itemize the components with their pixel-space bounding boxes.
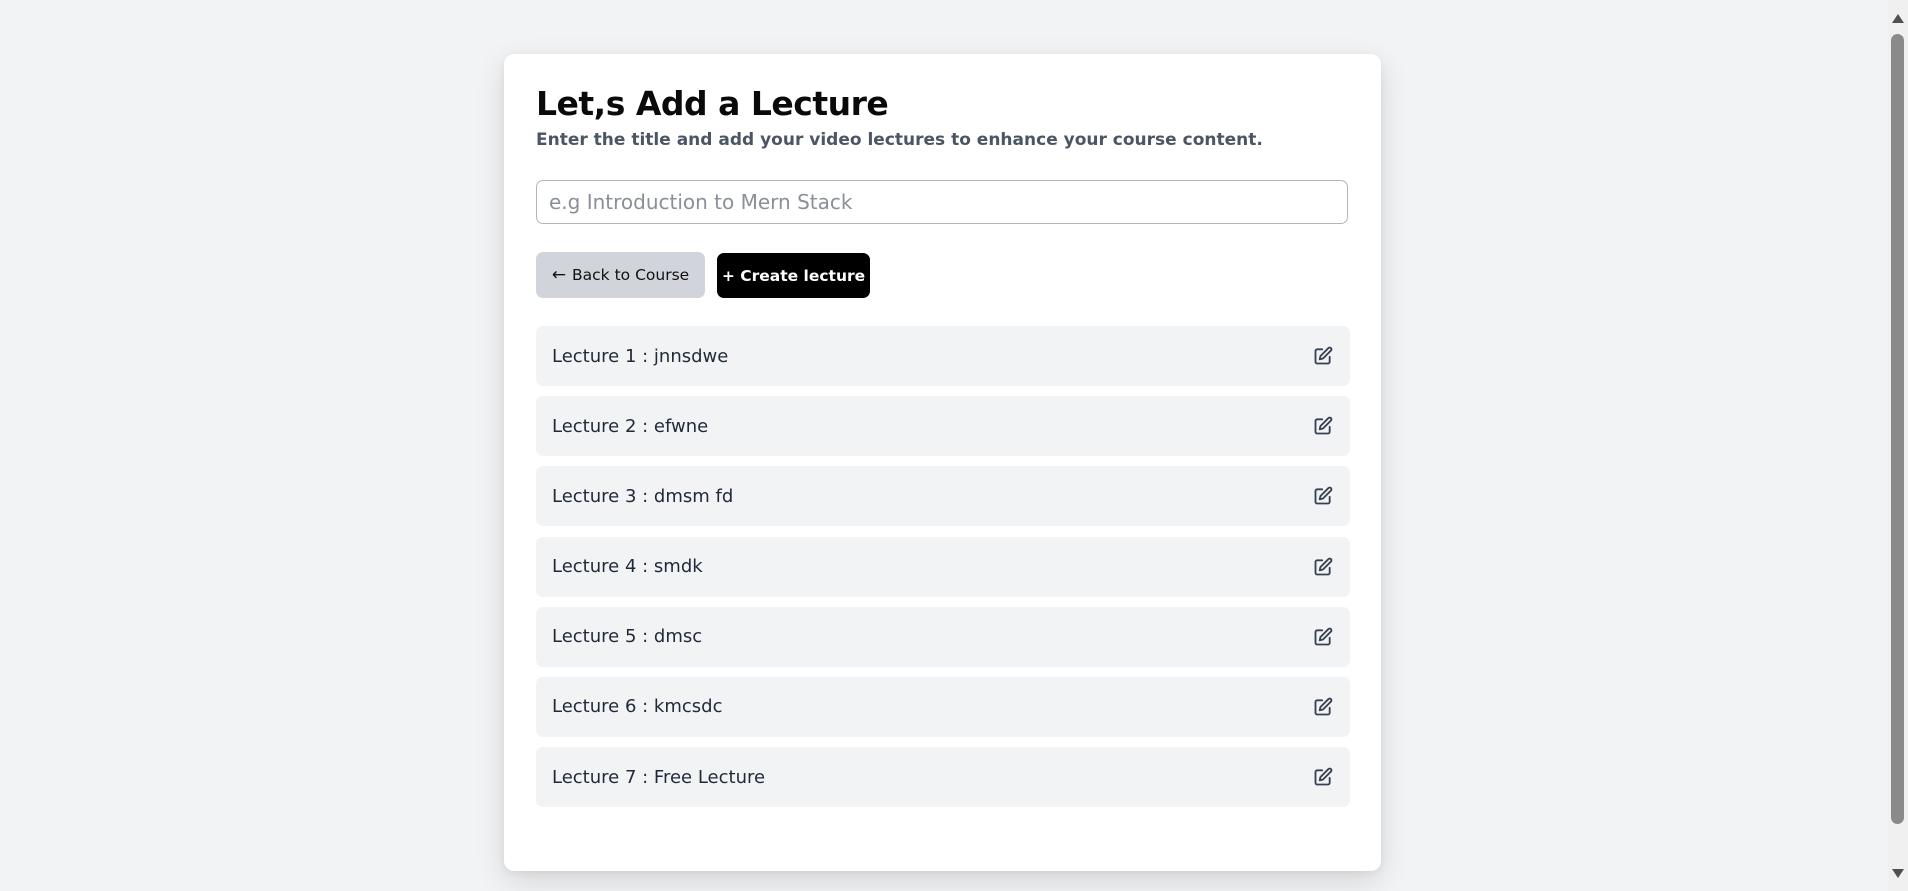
lecture-title: Lecture 4 : smdk — [552, 556, 703, 578]
arrow-left-icon: ← — [551, 265, 567, 285]
lecture-item: Lecture 5 : dmsc — [536, 606, 1350, 667]
lecture-list: Lecture 1 : jnnsdwe Lecture 2 : efwne Le… — [536, 326, 1350, 817]
lecture-item: Lecture 7 : Free Lecture — [536, 747, 1350, 808]
edit-icon[interactable] — [1312, 696, 1334, 718]
lecture-title: Lecture 3 : dmsm fd — [552, 485, 734, 507]
edit-icon[interactable] — [1312, 485, 1334, 507]
scroll-up-arrow-icon[interactable] — [1892, 14, 1904, 23]
edit-icon[interactable] — [1312, 345, 1334, 367]
lecture-title: Lecture 1 : jnnsdwe — [552, 345, 729, 367]
lecture-item: Lecture 3 : dmsm fd — [536, 466, 1350, 527]
lecture-title: Lecture 7 : Free Lecture — [552, 766, 766, 788]
back-to-course-label: Back to Course — [572, 266, 690, 284]
page-background: Let,s Add a Lecture Enter the title and … — [0, 0, 1888, 891]
lecture-item: Lecture 6 : kmcsdc — [536, 676, 1350, 737]
lecture-title: Lecture 6 : kmcsdc — [552, 696, 723, 718]
lecture-title-input[interactable] — [536, 180, 1348, 224]
page-subtitle: Enter the title and add your video lectu… — [536, 130, 1263, 150]
scrollbar-thumb[interactable] — [1891, 34, 1904, 824]
back-to-course-button[interactable]: ← Back to Course — [536, 252, 705, 298]
add-lecture-card: Let,s Add a Lecture Enter the title and … — [504, 54, 1381, 871]
lecture-title: Lecture 5 : dmsc — [552, 626, 703, 648]
edit-icon[interactable] — [1312, 556, 1334, 578]
lecture-item: Lecture 2 : efwne — [536, 396, 1350, 457]
lecture-item: Lecture 4 : smdk — [536, 536, 1350, 597]
page-title: Let,s Add a Lecture — [536, 84, 889, 123]
lecture-item: Lecture 1 : jnnsdwe — [536, 326, 1350, 386]
create-lecture-label: + Create lecture — [721, 266, 866, 285]
edit-icon[interactable] — [1312, 415, 1334, 437]
scroll-down-arrow-icon[interactable] — [1892, 869, 1904, 878]
edit-icon[interactable] — [1312, 766, 1334, 788]
edit-icon[interactable] — [1312, 626, 1334, 648]
create-lecture-button[interactable]: + Create lecture — [717, 253, 870, 298]
vertical-scrollbar[interactable] — [1888, 0, 1908, 891]
lecture-title: Lecture 2 : efwne — [552, 415, 709, 437]
